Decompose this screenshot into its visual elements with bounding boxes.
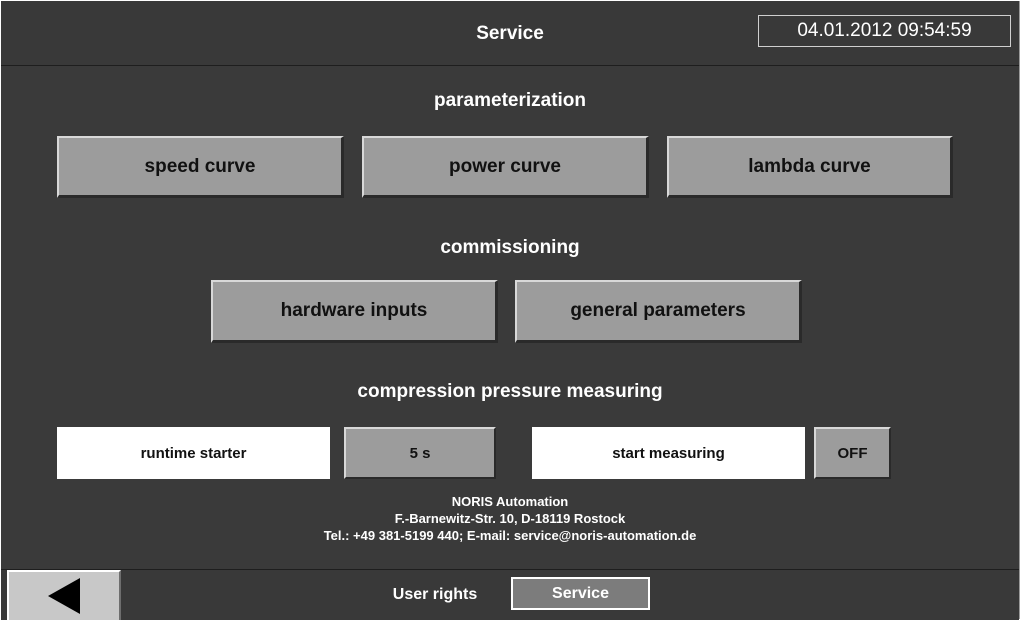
power-curve-button[interactable]: power curve — [362, 136, 649, 198]
user-rights-button[interactable]: Service — [511, 577, 650, 610]
company-contact: Tel.: +49 381-5199 440; E-mail: service@… — [323, 528, 697, 543]
compression-heading: compression pressure measuring — [357, 381, 663, 402]
service-screen: Service 04.01.2012 09:54:59 parameteriza… — [1, 1, 1020, 620]
start-measuring-toggle[interactable]: OFF — [814, 427, 891, 479]
company-info: NORIS Automation F.-Barnewitz-Str. 10, D… — [1, 493, 1019, 544]
title-bar: Service 04.01.2012 09:54:59 — [1, 1, 1019, 66]
start-measuring-label: start measuring — [532, 427, 805, 479]
left-triangle-icon — [48, 578, 80, 614]
user-rights-label: User rights — [392, 586, 478, 603]
general-parameters-button[interactable]: general parameters — [515, 280, 802, 343]
lambda-curve-button[interactable]: lambda curve — [667, 136, 953, 198]
hardware-inputs-button[interactable]: hardware inputs — [211, 280, 498, 343]
bottom-bar — [1, 569, 1019, 620]
commissioning-heading: commissioning — [440, 237, 580, 258]
parameterization-heading: parameterization — [433, 90, 587, 111]
back-button[interactable] — [7, 570, 121, 620]
company-name: NORIS Automation — [451, 494, 569, 509]
runtime-starter-value-button[interactable]: 5 s — [344, 427, 496, 479]
speed-curve-button[interactable]: speed curve — [57, 136, 344, 198]
company-address: F.-Barnewitz-Str. 10, D-18119 Rostock — [394, 511, 626, 526]
runtime-starter-label: runtime starter — [57, 427, 330, 479]
datetime-display: 04.01.2012 09:54:59 — [758, 15, 1011, 47]
